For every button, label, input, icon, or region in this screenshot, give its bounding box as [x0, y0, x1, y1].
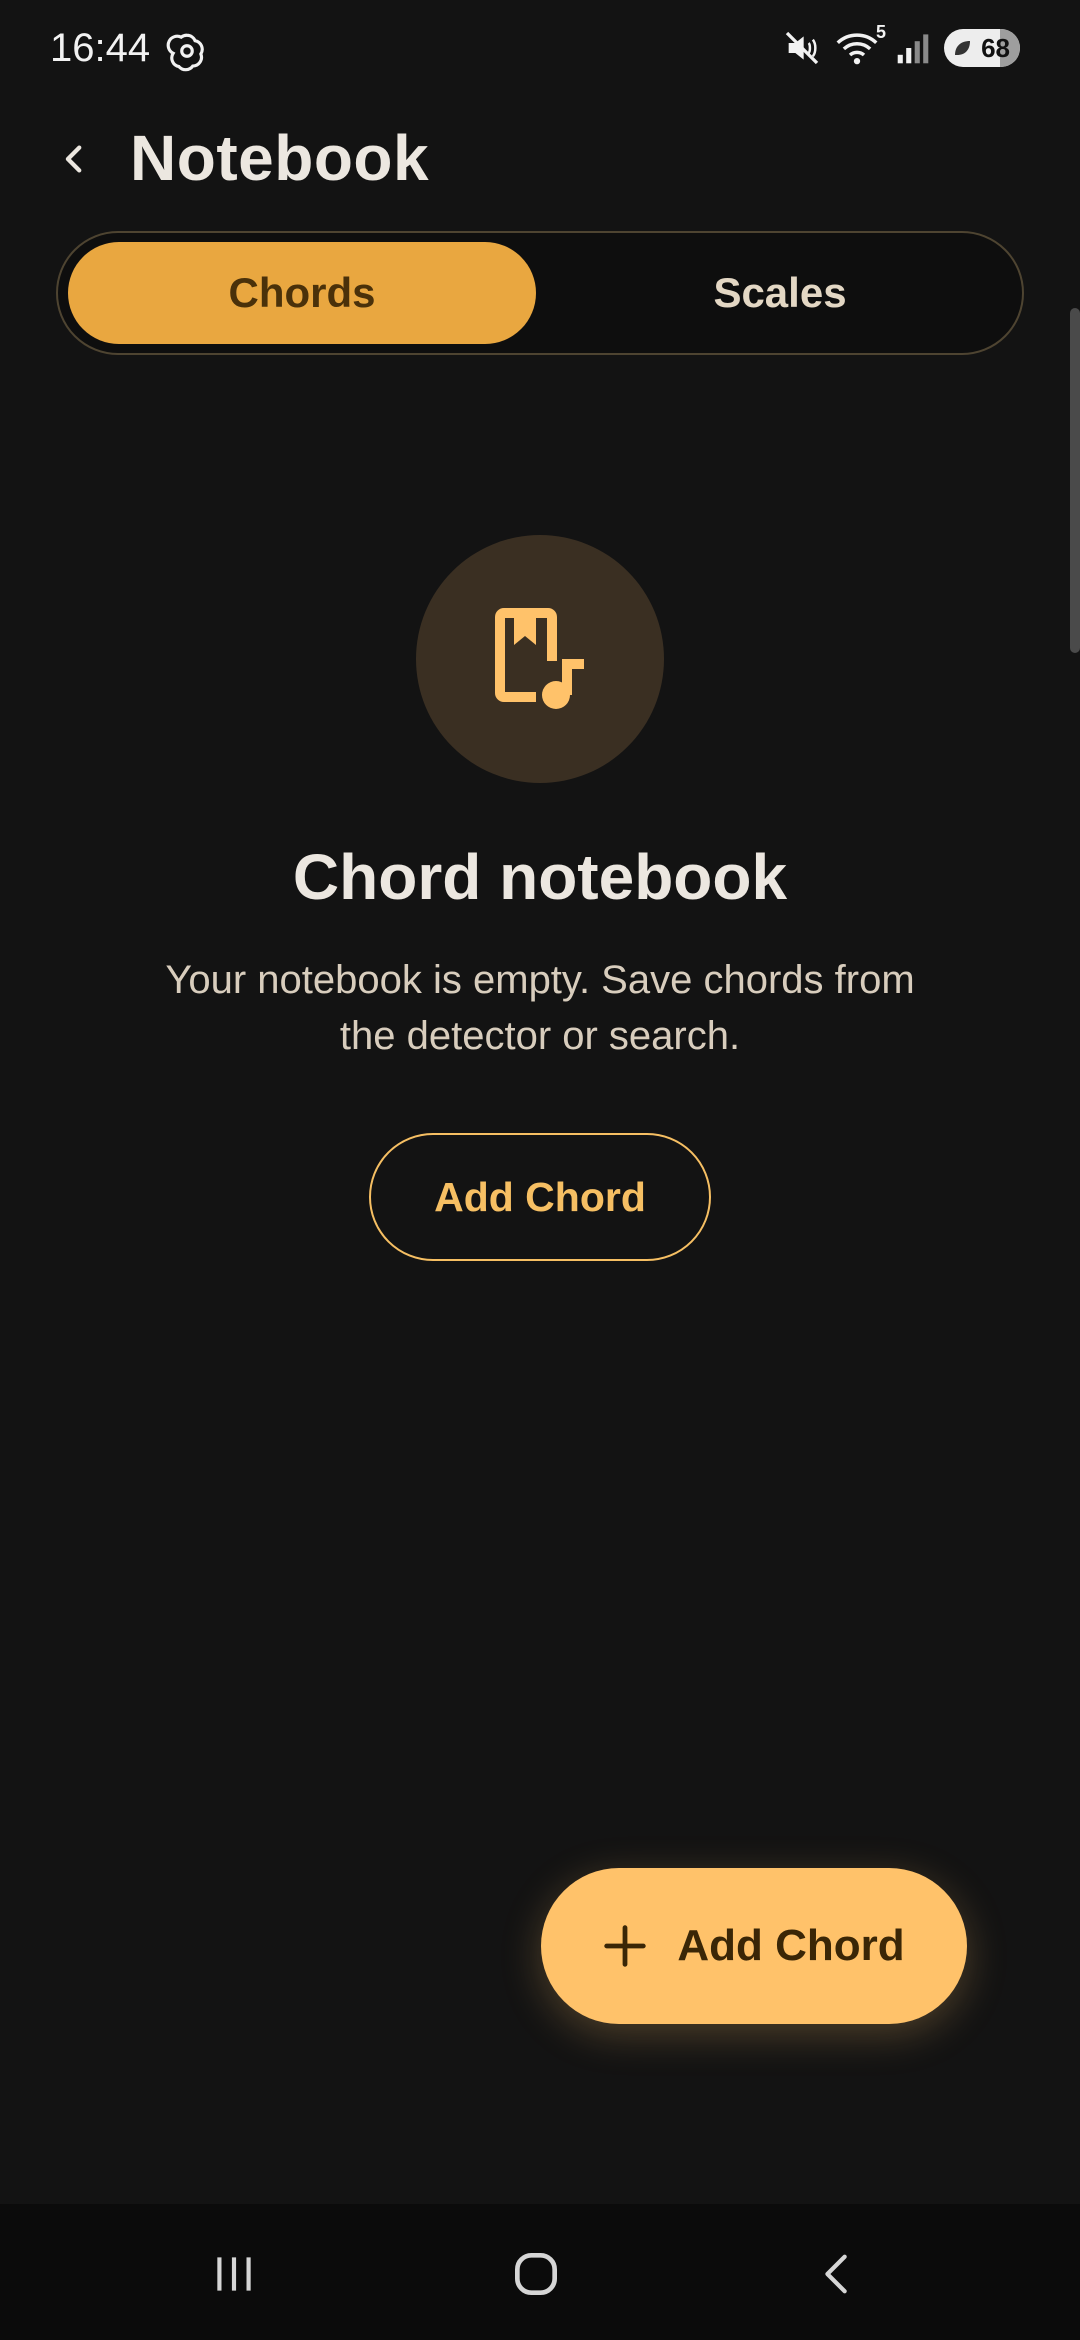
app-header: Notebook [0, 115, 1080, 205]
openai-logo-icon [166, 33, 204, 72]
power-saving-leaf-icon [955, 41, 970, 55]
wifi-badge: 5 [875, 22, 886, 42]
system-nav-bar [0, 2204, 1080, 2340]
fab-label: Add Chord [677, 1921, 905, 1970]
status-bar: 16:44 5 68 [0, 0, 1080, 100]
wifi-indicator: 5 [836, 22, 886, 68]
status-icons: 5 68 [782, 22, 1020, 68]
nav-back-button[interactable] [797, 2234, 877, 2314]
page-title: Notebook [130, 122, 430, 194]
music-bookmark-icon [495, 608, 584, 709]
battery-indicator: 68 [944, 29, 1020, 67]
empty-state-description: Your notebook is empty. Save chords from… [165, 958, 915, 1058]
tab-scales[interactable]: Scales [546, 242, 1014, 344]
back-icon [825, 2254, 847, 2294]
empty-state-title: Chord notebook [292, 841, 788, 913]
back-button[interactable] [45, 129, 105, 189]
battery-level: 68 [981, 32, 1010, 63]
mute-icon [785, 31, 819, 65]
nav-recents-button[interactable] [194, 2234, 274, 2314]
scrollbar[interactable] [1070, 308, 1080, 653]
add-chord-fab[interactable]: Add Chord [541, 1868, 967, 2024]
empty-state-icon-container [416, 535, 664, 783]
nav-home-button[interactable] [496, 2234, 576, 2314]
recents-icon [217, 2257, 251, 2291]
status-time: 16:44 [50, 26, 151, 70]
tab-chords[interactable]: Chords [68, 242, 536, 344]
signal-icon [897, 34, 929, 64]
chevron-left-icon [65, 145, 82, 173]
wifi-icon [836, 33, 878, 65]
add-chord-button[interactable]: Add Chord [369, 1133, 711, 1261]
home-icon [515, 2253, 557, 2295]
plus-icon [604, 1925, 647, 1967]
segmented-tabs: Chords Scales [56, 231, 1024, 355]
